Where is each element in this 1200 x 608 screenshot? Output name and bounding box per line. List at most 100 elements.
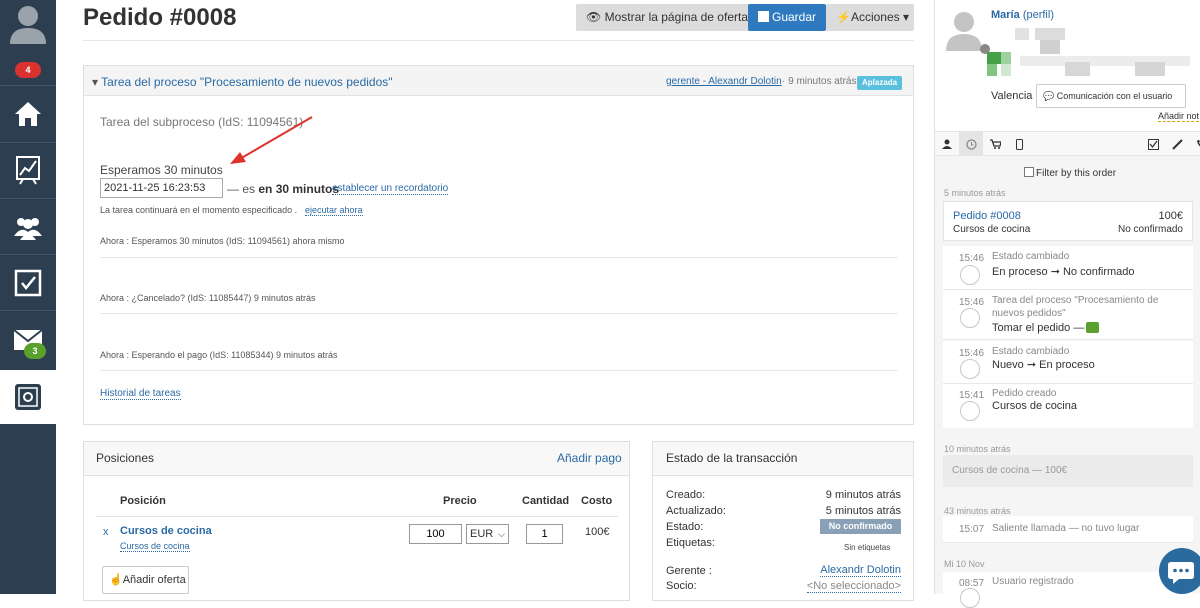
add-payment-link[interactable]: Añadir pago	[557, 451, 622, 465]
user-icon	[960, 401, 980, 421]
continue-text: La tarea continuará en el momento especi…	[100, 205, 298, 215]
event-detail: Cursos de cocina	[992, 400, 1077, 412]
checkbox-icon	[1024, 167, 1034, 177]
chat-widget-button[interactable]	[1159, 548, 1200, 594]
transaction-title: Estado de la transacción	[666, 451, 798, 465]
task-history-link[interactable]: Historial de tareas	[100, 388, 181, 400]
tasks-icon[interactable]	[0, 256, 56, 310]
notifications-badge[interactable]: 4	[15, 62, 41, 78]
filter-label: Filter by this order	[1036, 168, 1117, 179]
event-title: Saliente llamada — no tuvo lugar	[992, 523, 1140, 534]
event-time: 15:41	[959, 390, 985, 401]
actions-button[interactable]: ⚡Acciones ▾	[826, 4, 914, 31]
pencil-tab-icon[interactable]	[1165, 132, 1189, 156]
order-card-title[interactable]: Pedido #0008	[953, 210, 1021, 222]
checkbox-tab-icon[interactable]	[1141, 132, 1165, 156]
feed-group-label: 5 minutos atrás	[944, 188, 1006, 198]
users-icon[interactable]	[0, 200, 56, 254]
event-title: Pedido creado	[992, 388, 1057, 399]
updated-value: 5 minutos atrás	[825, 505, 901, 517]
history-item: Ahora : Esperando el pago (IdS: 11085344…	[100, 350, 338, 360]
past-order-card[interactable]: Cursos de cocina — 100€	[943, 455, 1193, 487]
state-badge[interactable]: No confirmado	[820, 519, 901, 534]
phone-call-tab-icon[interactable]	[1189, 132, 1200, 156]
feed-event: 15:46 Tarea del proceso "Procesamiento d…	[943, 290, 1193, 340]
cart-tab-icon[interactable]	[983, 132, 1007, 156]
user-avatar-icon[interactable]	[8, 2, 48, 46]
feed-event: 15:46 Estado cambiado Nuevo ➞ En proceso	[943, 341, 1193, 384]
divider	[100, 257, 898, 258]
order-card-amount: 100€	[1158, 210, 1183, 222]
currency-select[interactable]: EUR ⌵	[466, 524, 509, 544]
divider	[100, 313, 898, 314]
customer-panel: María (perfil) Valencia 💬 Comunicación c…	[934, 0, 1200, 608]
history-item: Ahora : ¿Cancelado? (IdS: 11085447) 9 mi…	[100, 293, 316, 303]
set-reminder-link[interactable]: establecer un recordatorio	[332, 183, 449, 195]
col-cost: Costo	[581, 495, 613, 507]
cost-value: 100€	[585, 526, 610, 538]
task-assignee-link[interactable]: gerente - Alexandr Dolotin	[666, 76, 782, 87]
order-card[interactable]: Pedido #0008 100€ Cursos de cocina No co…	[943, 201, 1193, 241]
eye-icon: 👁	[586, 10, 602, 24]
price-input[interactable]	[409, 524, 462, 544]
mail-icon[interactable]	[0, 313, 56, 367]
mail-badge[interactable]: 3	[24, 343, 46, 359]
partner-link[interactable]: <No seleccionado>	[806, 580, 901, 593]
product-link[interactable]: Cursos de cocina	[120, 525, 212, 537]
tags-value[interactable]: Sin etiquetas	[844, 543, 890, 552]
event-title: Estado cambiado	[992, 346, 1070, 357]
header-divider	[83, 40, 914, 41]
execute-now-link[interactable]: ejecutar ahora	[305, 205, 363, 216]
event-title: Usuario registrado	[992, 576, 1074, 587]
event-detail: Tomar el pedido —	[992, 322, 1085, 334]
col-quantity: Cantidad	[522, 495, 570, 507]
updated-label: Actualizado:	[666, 505, 726, 517]
home-icon[interactable]	[0, 87, 56, 141]
order-card-status: No confirmado	[1117, 224, 1183, 235]
col-position: Posición	[120, 495, 166, 507]
event-title: Tarea del proceso "Procesamiento de	[992, 295, 1159, 306]
task-title[interactable]: ▾ Tarea del proceso "Procesamiento de nu…	[92, 75, 393, 89]
show-offers-button[interactable]: 👁 Mostrar la página de ofertas	[576, 4, 764, 31]
event-title: Estado cambiado	[992, 251, 1070, 262]
positions-header	[84, 442, 629, 476]
actions-label: Acciones	[850, 10, 900, 24]
accept-icon[interactable]	[1086, 322, 1099, 333]
divider	[100, 370, 898, 371]
history-tab-icon[interactable]	[959, 132, 983, 156]
remove-item-button[interactable]: x	[103, 526, 109, 538]
settings-icon[interactable]	[0, 370, 56, 424]
profile-tab-icon[interactable]	[935, 132, 959, 156]
manager-label: Gerente :	[666, 565, 712, 577]
product-sub-link[interactable]: Cursos de cocina	[120, 541, 190, 552]
floppy-icon	[758, 11, 769, 22]
chart-icon[interactable]	[0, 143, 56, 197]
communicate-button[interactable]: 💬 Comunicación con el usuario	[1036, 84, 1186, 108]
chat-bubble-icon: 💬	[1043, 91, 1055, 101]
feed-group-label: 10 minutos atrás	[944, 444, 1011, 454]
wait-suffix-bold: en 30 minutos	[258, 182, 340, 196]
user-icon	[960, 359, 980, 379]
add-offer-button[interactable]: ☝Añadir oferta	[102, 566, 189, 594]
event-time: 15:46	[959, 297, 985, 308]
order-card-product: Cursos de cocina	[953, 224, 1031, 235]
created-label: Creado:	[666, 489, 706, 501]
event-title-cont: nuevos pedidos"	[992, 308, 1066, 319]
show-offers-label: Mostrar la página de ofertas	[604, 10, 754, 24]
manager-link[interactable]: Alexandr Dolotin	[820, 564, 901, 577]
event-time: 15:46	[959, 348, 985, 359]
profile-link[interactable]: (perfil)	[1023, 9, 1054, 21]
history-item: Ahora : Esperamos 30 minutos (IdS: 11094…	[100, 236, 345, 246]
filter-checkbox[interactable]: Filter by this order	[1024, 167, 1116, 179]
save-button[interactable]: Guardar	[748, 4, 827, 31]
event-detail: Nuevo ➞ En proceso	[992, 359, 1095, 371]
quantity-input[interactable]	[526, 524, 563, 544]
hand-pointer-icon: ☝	[109, 574, 123, 586]
feed-event: 15:46 Estado cambiado En proceso ➞ No co…	[943, 246, 1193, 290]
phone-tab-icon[interactable]	[1007, 132, 1031, 156]
caret-down-icon: ▾	[903, 10, 910, 24]
user-icon	[960, 308, 980, 328]
add-note-link[interactable]: Añadir not	[1158, 111, 1200, 122]
datetime-input[interactable]	[100, 178, 223, 198]
customer-name-row: María (perfil)	[991, 9, 1054, 21]
